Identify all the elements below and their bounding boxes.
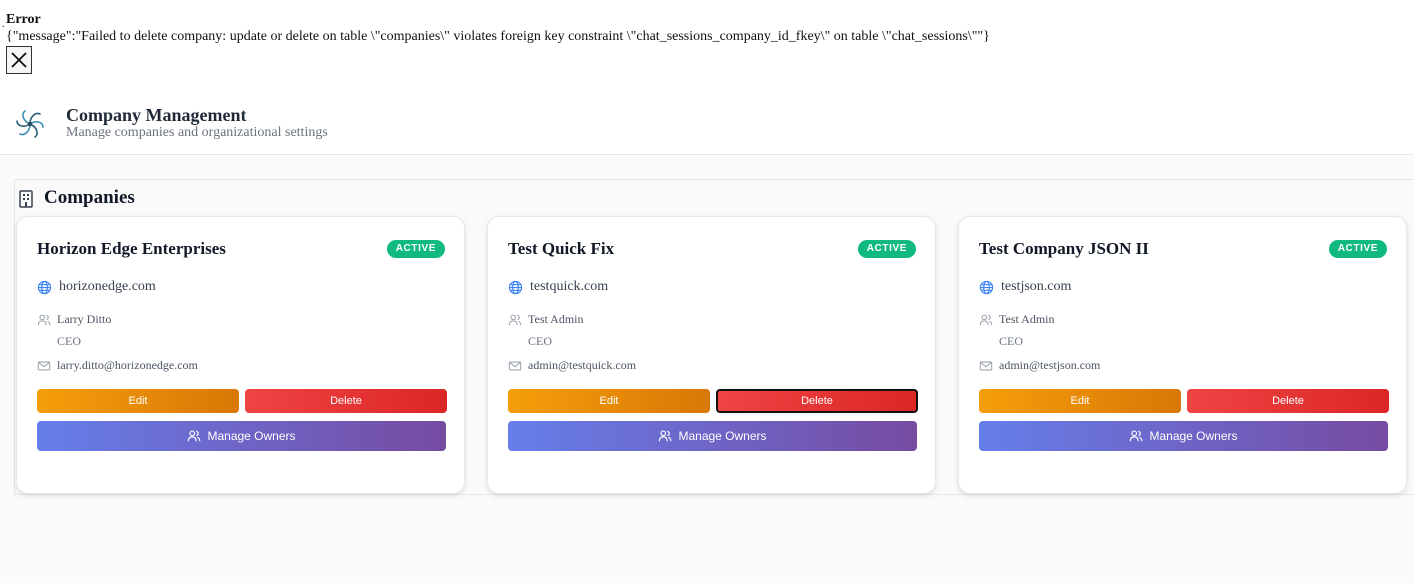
contact-name: Larry Ditto — [57, 312, 112, 326]
mail-icon — [979, 361, 993, 370]
contact-email: larry.ditto@horizonedge.com — [57, 358, 198, 372]
globe-icon — [508, 280, 523, 294]
edit-button[interactable]: Edit — [37, 389, 239, 413]
company-card: Test Company JSON II ACTIVE testjson.com… — [958, 216, 1407, 494]
contact-email-row: larry.ditto@horizonedge.com — [37, 358, 198, 373]
edit-button[interactable]: Edit — [508, 389, 710, 413]
company-name: Test Quick Fix — [508, 239, 615, 258]
company-domain-row: testjson.com — [979, 279, 1071, 295]
company-card: Test Quick Fix ACTIVE testquick.com Test… — [487, 216, 936, 494]
users-icon — [188, 430, 201, 442]
mail-icon — [508, 361, 522, 370]
contact-email-row: admin@testjson.com — [979, 358, 1100, 373]
contact-email-row: admin@testquick.com — [508, 358, 636, 373]
manage-owners-label: Manage Owners — [678, 429, 767, 443]
manage-owners-button[interactable]: Manage Owners — [37, 421, 446, 451]
contact-name: Test Admin — [528, 312, 584, 326]
manage-owners-button[interactable]: Manage Owners — [508, 421, 917, 451]
contact-name-row: Test Admin — [508, 312, 584, 327]
company-domain-row: testquick.com — [508, 279, 608, 295]
users-icon — [1130, 430, 1143, 442]
building-icon — [19, 190, 33, 208]
status-badge: ACTIVE — [386, 240, 445, 258]
delete-button[interactable]: Delete — [716, 389, 918, 413]
users-icon — [37, 314, 51, 325]
error-close-button[interactable] — [6, 46, 32, 74]
contact-name-row: Test Admin — [979, 312, 1055, 327]
users-icon — [508, 314, 522, 325]
company-domain: horizonedge.com — [59, 279, 156, 294]
close-icon — [11, 52, 27, 68]
contact-role: CEO — [528, 334, 552, 348]
manage-owners-button[interactable]: Manage Owners — [979, 421, 1388, 451]
error-bullet: . — [2, 19, 5, 30]
edit-button[interactable]: Edit — [979, 389, 1181, 413]
contact-email: admin@testjson.com — [999, 358, 1101, 372]
page-header: Company Management Manage companies and … — [0, 90, 1414, 155]
company-domain: testquick.com — [530, 279, 609, 294]
swirl-logo — [16, 110, 44, 138]
company-card: Horizon Edge Enterprises ACTIVE horizone… — [16, 216, 465, 494]
company-domain: testjson.com — [1001, 279, 1072, 294]
page-subtitle: Manage companies and organizational sett… — [66, 125, 328, 140]
globe-icon — [979, 280, 994, 294]
contact-name-row: Larry Ditto — [37, 312, 111, 327]
contact-role: CEO — [57, 334, 81, 348]
contact-email: admin@testquick.com — [528, 358, 637, 372]
contact-role: CEO — [999, 334, 1023, 348]
company-name: Horizon Edge Enterprises — [37, 239, 226, 258]
error-banner: . Error {"message":"Failed to delete com… — [0, 0, 1414, 100]
status-badge: ACTIVE — [857, 240, 916, 258]
users-icon — [979, 314, 993, 325]
section-title: Companies — [44, 187, 135, 208]
error-message: {"message":"Failed to delete company: up… — [6, 29, 990, 44]
page-title: Company Management — [66, 105, 247, 125]
company-domain-row: horizonedge.com — [37, 279, 156, 295]
users-icon — [659, 430, 672, 442]
delete-button[interactable]: Delete — [245, 389, 447, 413]
mail-icon — [37, 361, 51, 370]
error-title: Error — [6, 12, 41, 27]
globe-icon — [37, 280, 52, 294]
manage-owners-label: Manage Owners — [207, 429, 296, 443]
status-badge: ACTIVE — [1328, 240, 1387, 258]
delete-button[interactable]: Delete — [1187, 389, 1389, 413]
company-name: Test Company JSON II — [979, 239, 1149, 258]
contact-name: Test Admin — [999, 312, 1055, 326]
manage-owners-label: Manage Owners — [1149, 429, 1238, 443]
